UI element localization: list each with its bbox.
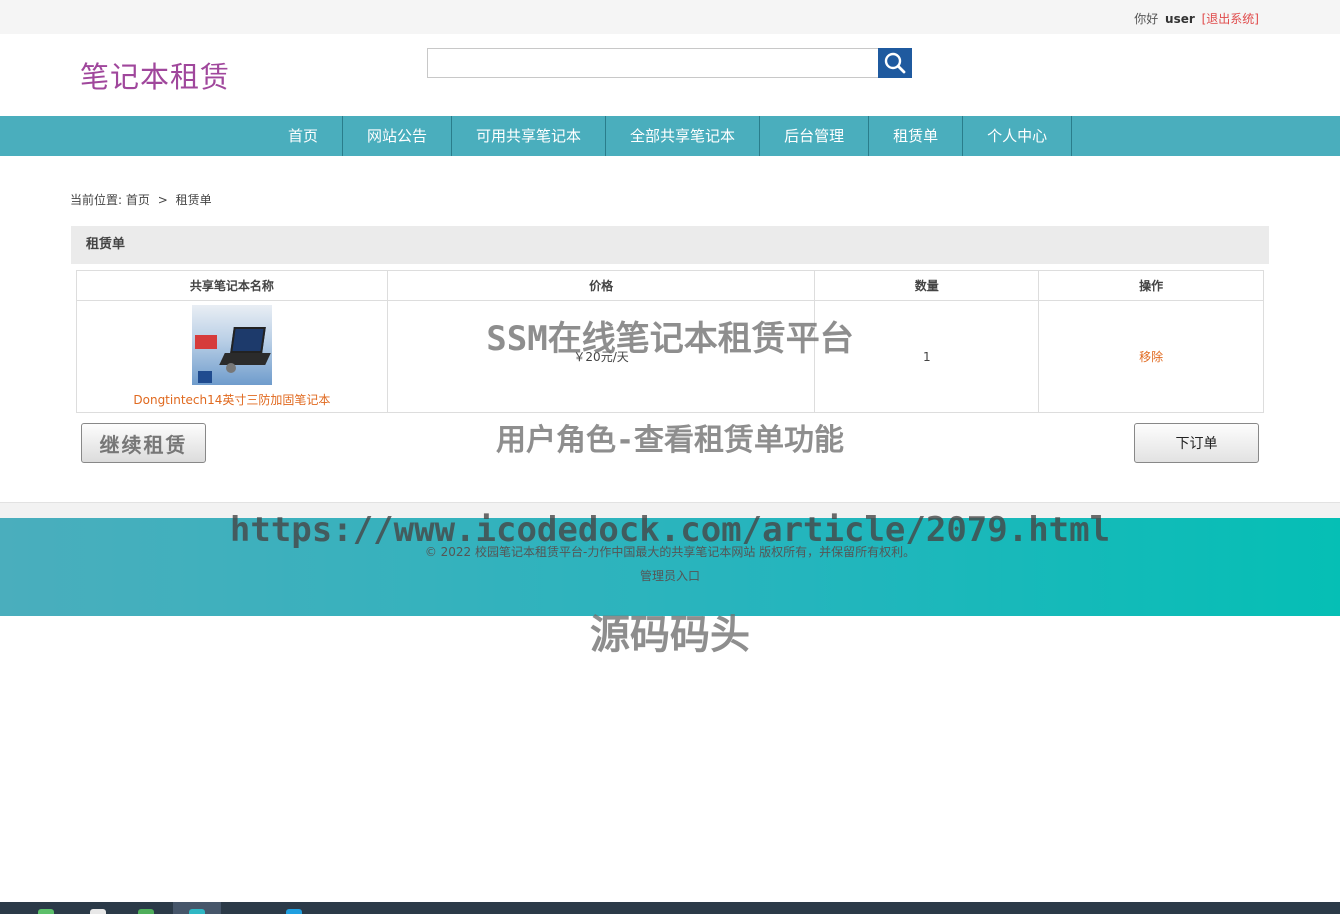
search-icon: [884, 52, 906, 74]
breadcrumb: 当前位置: 首页 > 租赁单: [70, 191, 212, 208]
nav-list: 首页 网站公告 可用共享笔记本 全部共享笔记本 后台管理 租赁单 个人中心: [264, 116, 1073, 156]
panel-title: 租赁单: [71, 226, 1269, 264]
remove-link[interactable]: 移除: [1139, 350, 1163, 364]
copyright-text: © 2022 校园笔记本租赁平台-力作中国最大的共享笔记本网站 版权所有，并保留…: [424, 545, 916, 559]
column-header-name: 共享笔记本名称: [76, 270, 388, 301]
breadcrumb-separator: >: [157, 193, 168, 207]
search-input[interactable]: [427, 48, 879, 78]
breadcrumb-current: 租赁单: [175, 193, 212, 207]
breadcrumb-prefix: 当前位置:: [70, 193, 123, 207]
column-header-quantity: 数量: [814, 270, 1040, 301]
main-nav: 首页 网站公告 可用共享笔记本 全部共享笔记本 后台管理 租赁单 个人中心: [0, 116, 1340, 156]
greeting-text: 你好: [1134, 12, 1159, 26]
nav-item-available-laptops[interactable]: 可用共享笔记本: [452, 116, 607, 156]
taskbar-app-icon[interactable]: [90, 909, 106, 914]
product-name-link[interactable]: Dongtintech14英寸三防加固笔记本: [77, 391, 387, 408]
play-icon: [225, 363, 236, 373]
continue-rental-button[interactable]: 继续租赁: [81, 423, 206, 463]
os-taskbar: [0, 902, 1340, 914]
logout-link[interactable]: [退出系统]: [1202, 12, 1259, 26]
top-bar: 你好 user [退出系统]: [0, 0, 1340, 34]
nav-item-all-laptops[interactable]: 全部共享笔记本: [606, 116, 761, 156]
taskbar-app-icon[interactable]: [138, 909, 154, 914]
footer-divider: [0, 502, 1340, 518]
product-cell: Dongtintech14英寸三防加固笔记本: [76, 300, 388, 413]
rental-table: 共享笔记本名称 价格 数量 操作 Dongtintech14英寸三防加固笔记本 …: [76, 270, 1264, 413]
action-cell: 移除: [1038, 300, 1264, 413]
table-row: Dongtintech14英寸三防加固笔记本 ￥20元/天 1 移除: [76, 300, 1264, 413]
nav-item-announcements[interactable]: 网站公告: [343, 116, 453, 156]
admin-entry-link[interactable]: 管理员入口: [0, 567, 1340, 584]
taskbar-app-icon[interactable]: [286, 909, 302, 914]
quantity-cell: 1: [814, 300, 1040, 413]
nav-item-profile[interactable]: 个人中心: [963, 116, 1073, 156]
table-header-row: 共享笔记本名称 价格 数量 操作: [76, 270, 1264, 301]
place-order-button[interactable]: 下订单: [1134, 423, 1259, 463]
user-info: 你好 user [退出系统]: [1134, 10, 1259, 27]
search-button[interactable]: [878, 48, 912, 78]
column-header-action: 操作: [1038, 270, 1264, 301]
nav-item-rental-list[interactable]: 租赁单: [869, 116, 964, 156]
taskbar-app-icon[interactable]: [38, 909, 54, 914]
site-logo[interactable]: 笔记本租赁: [80, 54, 230, 96]
site-header: 笔记本租赁: [0, 34, 1340, 116]
site-footer: © 2022 校园笔记本租赁平台-力作中国最大的共享笔记本网站 版权所有，并保留…: [0, 518, 1340, 616]
username: user: [1165, 12, 1195, 26]
breadcrumb-home[interactable]: 首页: [126, 193, 150, 207]
taskbar-app-icon[interactable]: [189, 909, 205, 914]
nav-item-admin[interactable]: 后台管理: [760, 116, 870, 156]
column-header-price: 价格: [386, 270, 816, 301]
price-cell: ￥20元/天: [386, 300, 816, 413]
product-thumbnail[interactable]: [191, 305, 272, 385]
nav-item-home[interactable]: 首页: [264, 116, 344, 156]
